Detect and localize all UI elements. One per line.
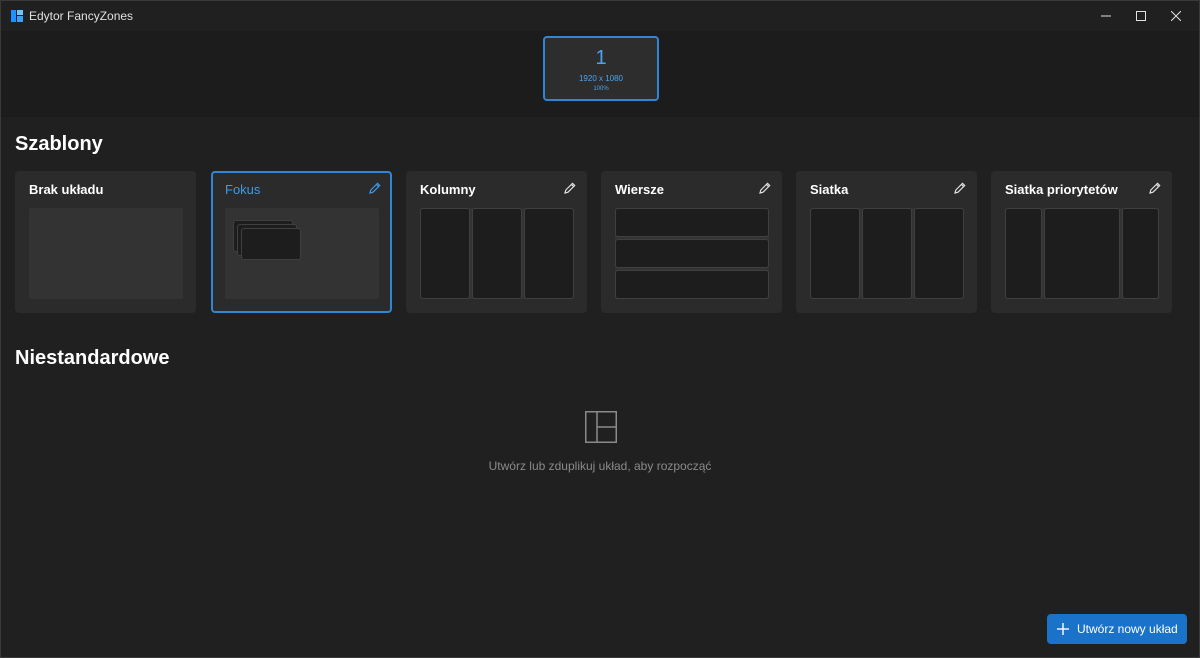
monitor-scale: 100% bbox=[593, 86, 609, 92]
layout-preview-rows bbox=[615, 208, 769, 299]
zone bbox=[914, 208, 964, 299]
monitor-number: 1 bbox=[595, 47, 607, 69]
empty-state-text: Utwórz lub zduplikuj układ, aby rozpoczą… bbox=[488, 459, 712, 473]
zone bbox=[862, 208, 912, 299]
close-icon bbox=[1171, 11, 1181, 21]
edit-pencil-icon[interactable] bbox=[953, 181, 967, 195]
layout-empty-icon bbox=[585, 411, 617, 448]
card-title: Brak układu bbox=[29, 182, 104, 197]
card-title: Siatka bbox=[810, 182, 849, 197]
zone bbox=[420, 208, 470, 299]
edit-pencil-icon[interactable] bbox=[368, 181, 382, 195]
edit-pencil-icon[interactable] bbox=[758, 181, 772, 195]
maximize-icon bbox=[1136, 11, 1146, 21]
layout-preview-priority-grid bbox=[1005, 208, 1159, 299]
edit-pencil-icon[interactable] bbox=[1148, 181, 1162, 195]
template-card-rows[interactable]: Wiersze bbox=[601, 171, 782, 313]
custom-heading: Niestandardowe bbox=[15, 347, 170, 369]
card-title: Fokus bbox=[225, 182, 261, 197]
card-title: Wiersze bbox=[615, 182, 665, 197]
maximize-button[interactable] bbox=[1121, 1, 1161, 31]
monitor-selector: 1 1920 x 1080 100% bbox=[1, 31, 1199, 117]
zone bbox=[615, 208, 769, 237]
template-card-columns[interactable]: Kolumny bbox=[406, 171, 587, 313]
zone bbox=[615, 270, 769, 299]
zone bbox=[615, 239, 769, 268]
card-title: Kolumny bbox=[420, 182, 476, 197]
title-bar[interactable]: Edytor FancyZones bbox=[1, 1, 1199, 31]
close-button[interactable] bbox=[1156, 1, 1196, 31]
window-title: Edytor FancyZones bbox=[29, 9, 134, 23]
zone bbox=[1005, 208, 1042, 299]
zone bbox=[1122, 208, 1159, 299]
plus-icon bbox=[1056, 622, 1070, 636]
minimize-icon bbox=[1101, 15, 1111, 17]
layout-preview-none bbox=[29, 208, 183, 299]
zone bbox=[1044, 208, 1120, 299]
layout-preview-grid bbox=[810, 208, 964, 299]
card-title: Siatka priorytetów bbox=[1005, 182, 1118, 197]
template-card-priority-grid[interactable]: Siatka priorytetów bbox=[991, 171, 1172, 313]
fancyzones-editor-window: Edytor FancyZones 1 1920 x 1080 100% Sza… bbox=[0, 0, 1200, 658]
template-card-focus[interactable]: Fokus bbox=[211, 171, 392, 313]
monitor-1-button[interactable]: 1 1920 x 1080 100% bbox=[543, 36, 659, 101]
layout-preview-columns bbox=[420, 208, 574, 299]
template-card-no-layout[interactable]: Brak układu bbox=[15, 171, 196, 313]
create-new-layout-button[interactable]: Utwórz nowy układ bbox=[1047, 614, 1187, 644]
create-button-label: Utwórz nowy układ bbox=[1077, 622, 1178, 636]
monitor-resolution: 1920 x 1080 bbox=[578, 74, 624, 83]
zone bbox=[472, 208, 522, 299]
layout-preview-focus bbox=[225, 208, 379, 299]
minimize-button[interactable] bbox=[1086, 1, 1126, 31]
zone bbox=[810, 208, 860, 299]
zone bbox=[524, 208, 574, 299]
zone bbox=[241, 228, 301, 260]
template-card-grid[interactable]: Siatka bbox=[796, 171, 977, 313]
templates-heading: Szablony bbox=[15, 133, 103, 155]
edit-pencil-icon[interactable] bbox=[563, 181, 577, 195]
fancyzones-app-icon bbox=[11, 10, 23, 22]
